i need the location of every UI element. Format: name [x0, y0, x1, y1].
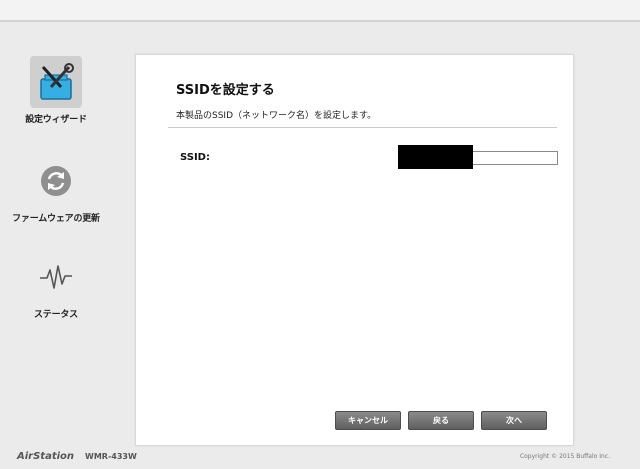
sidebar-item-firmware-update[interactable]: ファームウェアの更新 — [0, 155, 112, 224]
sidebar: 設定ウィザード ファームウェアの更新 ステータス — [0, 22, 112, 442]
top-bar — [0, 0, 640, 22]
copyright-text: Copyright © 2015 Buffalo Inc. — [519, 453, 610, 460]
model-name: WMR-433W — [85, 452, 137, 461]
ssid-label: SSID: — [180, 152, 210, 163]
sidebar-item-label: ステータス — [33, 310, 78, 320]
brand-logo: AirStation — [17, 451, 75, 462]
sidebar-item-label: ファームウェアの更新 — [12, 214, 100, 224]
cancel-button[interactable]: キャンセル — [335, 411, 401, 430]
sidebar-item-status[interactable]: ステータス — [0, 251, 112, 320]
sidebar-item-label: 設定ウィザード — [25, 115, 87, 125]
next-button[interactable]: 次へ — [481, 411, 547, 430]
wizard-panel: SSIDを設定する 本製品のSSID（ネットワーク名）を設定します。 SSID:… — [135, 54, 574, 446]
divider — [168, 127, 557, 128]
wizard-tools-icon — [30, 56, 82, 108]
sidebar-item-setup-wizard[interactable]: 設定ウィザード — [0, 56, 112, 125]
page-title: SSIDを設定する — [176, 83, 275, 98]
page-description: 本製品のSSID（ネットワーク名）を設定します。 — [176, 111, 377, 121]
pulse-icon — [30, 251, 82, 303]
back-button[interactable]: 戻る — [408, 411, 474, 430]
refresh-icon — [30, 155, 82, 207]
redaction-block — [398, 145, 473, 169]
